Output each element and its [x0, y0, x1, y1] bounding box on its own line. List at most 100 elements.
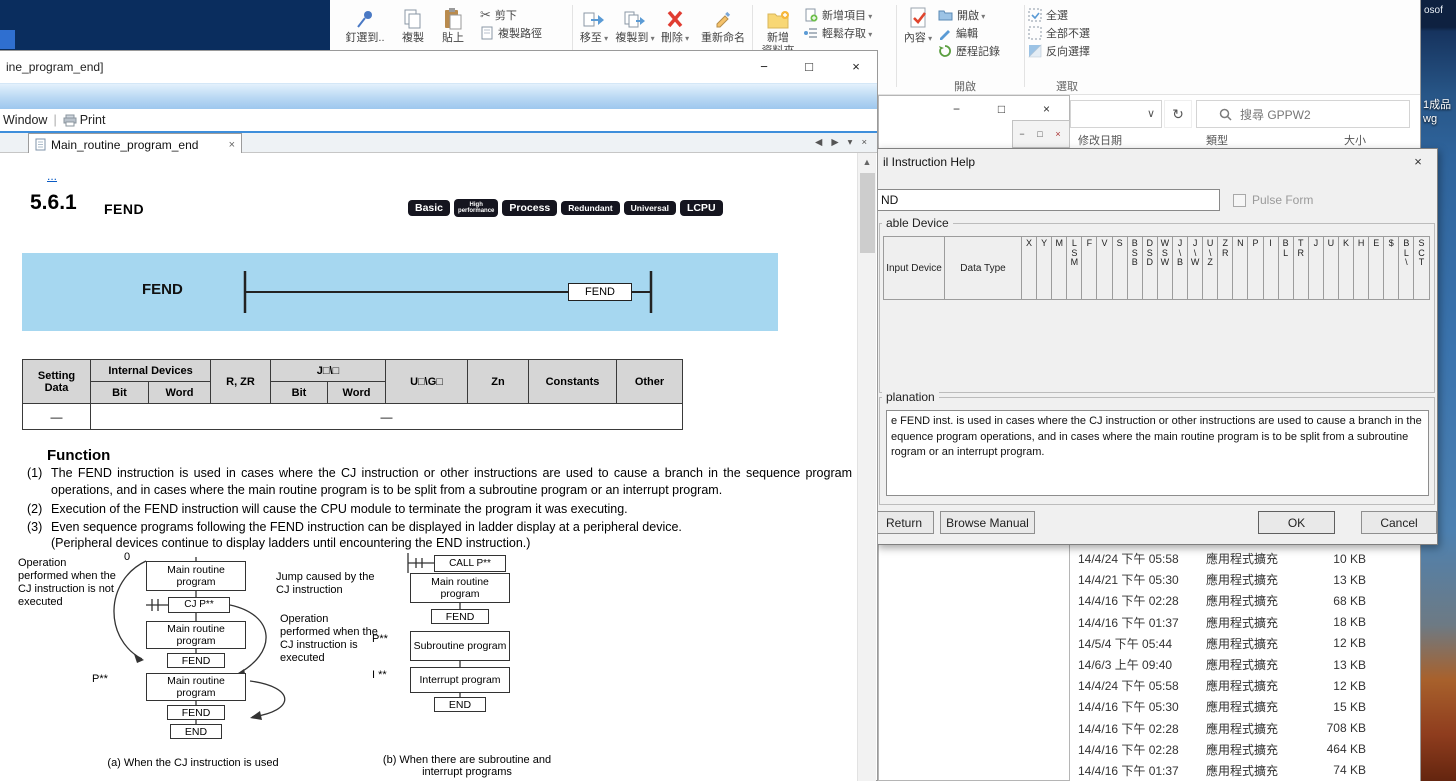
- delete-icon: [656, 3, 694, 30]
- minimize-button[interactable]: −: [753, 57, 775, 77]
- properties-button[interactable]: 內容: [900, 3, 936, 45]
- table-row[interactable]: 14/4/16 下午 02:28 應用程式擴充 68 KB: [1070, 590, 1421, 611]
- table-row[interactable]: 14/4/16 下午 05:30 應用程式擴充 15 KB: [1070, 696, 1421, 717]
- table-row[interactable]: 14/4/16 下午 02:28 應用程式擴充 464 KB: [1070, 739, 1421, 760]
- close-button[interactable]: ×: [1024, 96, 1069, 122]
- ribbon-group-select-label: 選取: [1024, 78, 1110, 94]
- interrupt-pointer-label: I **: [372, 669, 387, 681]
- table-row[interactable]: 14/4/16 下午 01:37 應用程式擴充 18 KB: [1070, 612, 1421, 633]
- device-column-header: N: [1233, 236, 1248, 300]
- maximize-button[interactable]: □: [979, 96, 1024, 122]
- cancel-button[interactable]: Cancel: [1361, 511, 1437, 534]
- table-row[interactable]: 14/4/16 下午 01:37 應用程式擴充 74 KB: [1070, 760, 1421, 781]
- copy-path-button[interactable]: 複製路徑: [480, 24, 542, 41]
- vertical-scrollbar[interactable]: ▲: [857, 153, 876, 781]
- move-to-icon: [576, 3, 612, 30]
- new-item-button[interactable]: 新增項目: [804, 6, 872, 23]
- column-header-type[interactable]: 類型: [1206, 132, 1298, 148]
- open-folder-icon: [938, 8, 953, 21]
- diagram-a-caption: (a) When the CJ instruction is used: [73, 757, 313, 769]
- instruction-name: FEND: [142, 281, 183, 298]
- return-button[interactable]: Return: [876, 511, 934, 534]
- interrupt-box: Interrupt program: [410, 667, 510, 693]
- edit-button[interactable]: 編輯: [938, 24, 978, 41]
- paste-button[interactable]: 貼上: [434, 3, 472, 45]
- select-none-button[interactable]: 全部不選: [1028, 24, 1090, 41]
- easy-access-button[interactable]: 輕鬆存取: [804, 24, 872, 41]
- file-date: 14/4/24 下午 05:58: [1078, 550, 1206, 567]
- explanation-line: e FEND inst. is used in cases where the …: [891, 414, 1424, 430]
- file-type: 應用程式擴充: [1206, 571, 1298, 588]
- rename-button[interactable]: 重新命名: [696, 3, 750, 45]
- column-header-size[interactable]: 大小: [1298, 132, 1366, 148]
- pulse-form-checkbox[interactable]: [1233, 194, 1246, 207]
- refresh-button[interactable]: ↻: [1164, 100, 1192, 128]
- browse-manual-button[interactable]: Browse Manual: [940, 511, 1035, 534]
- tab-bar-close-icon[interactable]: ×: [861, 137, 867, 148]
- table-row[interactable]: 14/4/16 下午 02:28 應用程式擴充 708 KB: [1070, 718, 1421, 739]
- file-size: 74 KB: [1298, 763, 1366, 777]
- copy-to-button[interactable]: 複製到: [614, 3, 656, 45]
- top-ellipsis-link[interactable]: ...: [47, 169, 57, 183]
- history-button[interactable]: 歷程記錄: [938, 42, 1000, 59]
- invert-selection-button[interactable]: 反向選擇: [1028, 42, 1090, 59]
- scrollbar-thumb[interactable]: [860, 173, 875, 253]
- cut-button[interactable]: ✂ 剪下: [480, 6, 517, 23]
- usable-device-group: able Device Input Device Data Type XYML …: [879, 223, 1435, 393]
- maximize-button[interactable]: □: [798, 57, 820, 77]
- pin-to-quick-access-button[interactable]: 釘選到..: [338, 3, 392, 45]
- table-row[interactable]: 14/4/24 下午 05:58 應用程式擴充 10 KB: [1070, 548, 1421, 569]
- chevron-down-icon[interactable]: ∨: [1147, 107, 1155, 120]
- dialog-close-button[interactable]: ×: [1403, 152, 1433, 172]
- menu-print[interactable]: Print: [80, 113, 106, 127]
- table-row[interactable]: 14/5/4 下午 05:44 應用程式擴充 12 KB: [1070, 633, 1421, 654]
- minimize-button[interactable]: −: [934, 96, 979, 122]
- subroutine-box: Subroutine program: [410, 631, 510, 661]
- device-column-header: L S M: [1067, 236, 1082, 300]
- desktop-icon-label[interactable]: 1成品 wg: [1423, 98, 1451, 126]
- table-row[interactable]: 14/4/21 下午 05:30 應用程式擴充 13 KB: [1070, 569, 1421, 590]
- open-button[interactable]: 開啟: [938, 6, 985, 23]
- close-icon[interactable]: ×: [1049, 121, 1067, 147]
- file-type: 應用程式擴充: [1206, 741, 1298, 758]
- tab-scroll-left-icon[interactable]: ◀: [815, 137, 822, 148]
- easy-access-icon: [804, 26, 818, 40]
- device-column-header: H: [1354, 236, 1369, 300]
- column-header-date[interactable]: 修改日期: [1078, 132, 1206, 148]
- menu-divider: |: [53, 113, 56, 127]
- address-bar[interactable]: ∨: [1070, 100, 1162, 128]
- delete-button[interactable]: 刪除: [656, 3, 694, 45]
- fend-box: FEND: [431, 609, 489, 624]
- menu-window[interactable]: Window: [3, 113, 47, 127]
- table-row[interactable]: 14/6/3 上午 09:40 應用程式擴充 13 KB: [1070, 654, 1421, 675]
- file-size: 15 KB: [1298, 700, 1366, 714]
- device-column-header: B S B: [1128, 236, 1143, 300]
- file-size: 464 KB: [1298, 742, 1366, 756]
- search-input[interactable]: 搜尋 GPPW2: [1196, 100, 1410, 128]
- ok-button[interactable]: OK: [1258, 511, 1335, 534]
- table-row[interactable]: 14/4/24 下午 05:58 應用程式擴充 12 KB: [1070, 675, 1421, 696]
- minimize-icon[interactable]: −: [1013, 121, 1031, 147]
- tab-main-routine-program-end[interactable]: Main_routine_program_end ×: [28, 133, 242, 155]
- ribbon-separator: [896, 5, 897, 87]
- tab-menu-icon[interactable]: ▾: [848, 137, 853, 148]
- select-all-button[interactable]: 全選: [1028, 6, 1068, 23]
- device-column-header: F: [1082, 236, 1097, 300]
- instruction-input[interactable]: [876, 189, 1220, 211]
- pin-icon: [338, 3, 392, 30]
- copy-icon: [394, 3, 432, 30]
- restore-icon[interactable]: □: [1031, 121, 1049, 147]
- tab-close-icon[interactable]: ×: [229, 139, 235, 151]
- close-button[interactable]: ×: [845, 57, 867, 77]
- pointer-label: P**: [372, 633, 388, 645]
- dialog-title: il Instruction Help: [877, 149, 1437, 175]
- diagram-subroutine-interrupt: CALL P** Main routine program FEND P** S…: [372, 551, 572, 781]
- document-area: ... 5.6.1 FEND Basic High performance Pr…: [0, 153, 876, 781]
- copy-to-icon: [614, 3, 656, 30]
- edit-pencil-icon: [938, 26, 952, 40]
- copy-button[interactable]: 複製: [394, 3, 432, 45]
- tab-scroll-right-icon[interactable]: ▶: [831, 137, 838, 148]
- search-icon: [1219, 108, 1232, 121]
- move-to-button[interactable]: 移至: [576, 3, 612, 45]
- scroll-up-icon[interactable]: ▲: [858, 153, 876, 171]
